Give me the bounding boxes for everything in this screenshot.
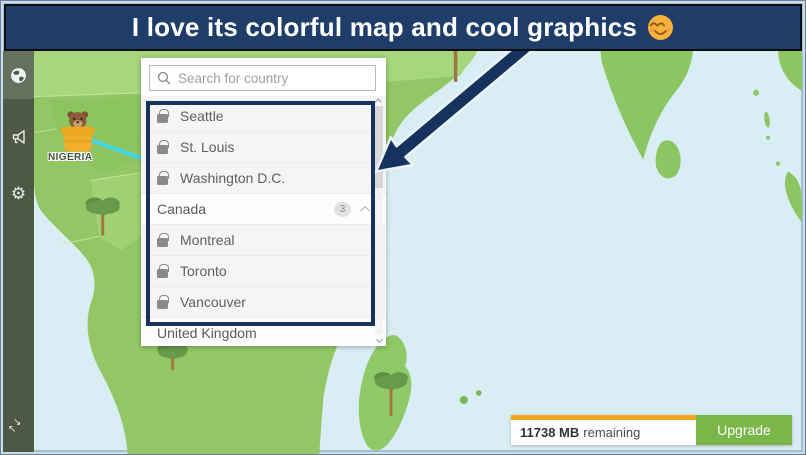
smiling-emoji-icon [647, 14, 674, 41]
collapse-arrows-icon: ↖ [8, 425, 16, 435]
lock-icon [157, 114, 168, 123]
upgrade-button[interactable]: Upgrade [696, 415, 792, 445]
collapse-window-button[interactable]: ↘ ↖ [3, 418, 34, 438]
megaphone-icon [10, 128, 28, 146]
sidebar-item-map[interactable] [3, 51, 34, 99]
app-window: NIGERIA ⚙ ↘ ↖ San Jose [0, 0, 806, 455]
sidebar-item-settings[interactable]: ⚙ [3, 169, 34, 217]
scroll-up-icon[interactable] [374, 98, 381, 105]
city-label: Seattle [180, 108, 224, 124]
search-box [149, 65, 376, 91]
world-map[interactable] [1, 1, 805, 455]
caption-banner: I love its colorful map and cool graphic… [4, 4, 802, 51]
city-label: Vancouver [180, 294, 246, 310]
sidebar: ⚙ ↘ ↖ [3, 51, 34, 452]
city-label: Washington D.C. [180, 170, 285, 186]
server-count-badge: 3 [334, 202, 351, 217]
country-label: United Kingdom [157, 325, 257, 341]
country-label: Canada [157, 201, 206, 217]
scroll-track[interactable] [375, 106, 383, 334]
city-label: Montreal [180, 232, 234, 248]
sidebar-item-announcements[interactable] [3, 113, 34, 161]
list-item-country-canada[interactable]: Canada 3 [141, 194, 386, 225]
madagascar-landmass [359, 335, 412, 450]
list-item-city[interactable]: St. Louis [141, 132, 386, 163]
lock-icon [157, 269, 168, 278]
lock-icon [157, 176, 168, 185]
list-item-city[interactable]: Washington D.C. [141, 163, 386, 194]
lock-icon [157, 238, 168, 247]
list-item-city[interactable]: Toronto [141, 256, 386, 287]
data-amount: 11738 MB [520, 425, 579, 440]
sri-lanka-landmass [656, 140, 681, 178]
city-label: Toronto [180, 263, 227, 279]
globe-icon [10, 67, 27, 84]
city-label: St. Louis [180, 139, 234, 155]
scrollbar[interactable] [373, 98, 385, 342]
location-list: San Jose Seattle St. Louis Washington D.… [141, 70, 386, 346]
search-input[interactable] [178, 71, 368, 86]
lock-icon [157, 145, 168, 154]
india-landmass [600, 50, 693, 160]
gear-icon: ⚙ [11, 185, 26, 202]
data-remaining-label: remaining [583, 425, 640, 440]
search-icon [157, 71, 171, 85]
list-item-country-uk[interactable]: United Kingdom [141, 318, 386, 346]
lock-icon [157, 300, 168, 309]
data-usage-widget: 11738 MB remaining Upgrade [511, 415, 792, 445]
list-item-city[interactable]: Vancouver [141, 287, 386, 318]
data-remaining-meter: 11738 MB remaining [511, 415, 696, 445]
map-country-label: NIGERIA [48, 152, 92, 163]
scroll-thumb[interactable] [375, 106, 383, 188]
search-header [141, 58, 386, 96]
list-item-city[interactable]: Seattle [141, 101, 386, 132]
server-list-panel: San Jose Seattle St. Louis Washington D.… [141, 58, 386, 346]
scroll-down-icon[interactable] [375, 336, 382, 343]
list-item-city[interactable]: Montreal [141, 225, 386, 256]
chevron-up-icon [360, 205, 370, 215]
caption-text: I love its colorful map and cool graphic… [132, 12, 637, 43]
